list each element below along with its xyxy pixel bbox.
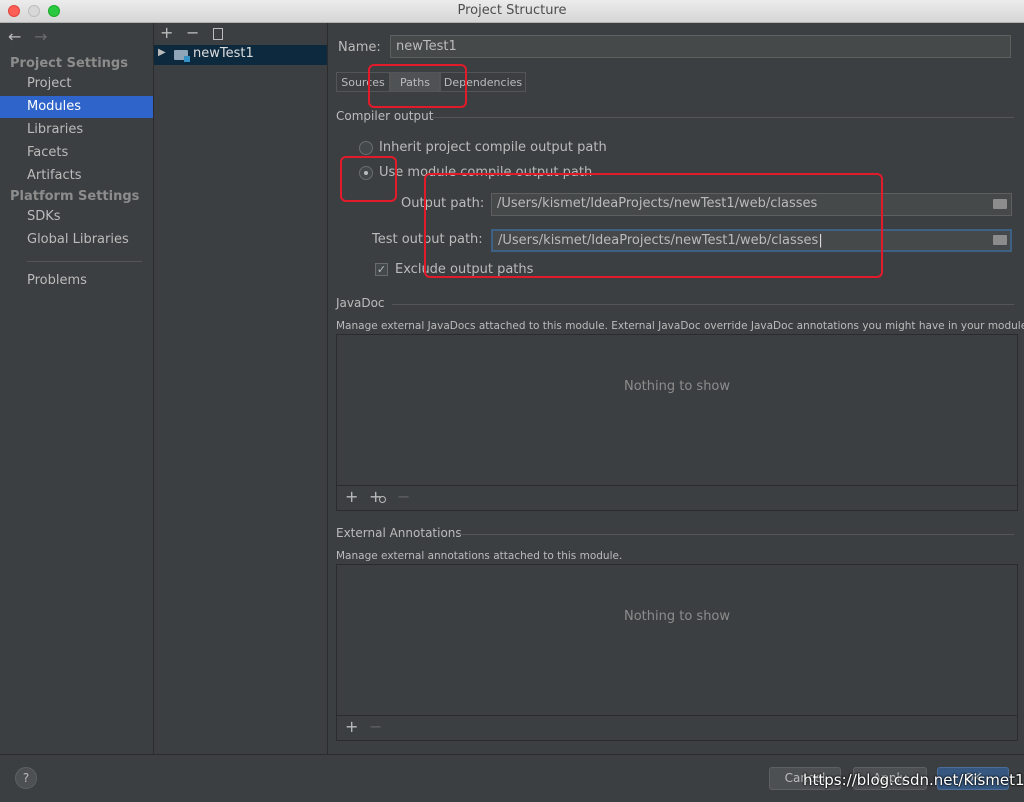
browse-folder-icon-test[interactable] — [993, 235, 1007, 245]
javadoc-description: Manage external JavaDocs attached to thi… — [336, 320, 1024, 332]
external-annotations-list[interactable]: Nothing to show + − — [336, 564, 1018, 741]
platform-settings-heading: Platform Settings — [10, 189, 140, 204]
tab-sources[interactable]: Sources — [336, 72, 390, 92]
use-module-output-label: Use module compile output path — [379, 165, 593, 180]
javadoc-divider — [392, 304, 1014, 305]
title-bar: Project Structure — [0, 0, 1024, 23]
tab-paths[interactable]: Paths — [390, 72, 440, 92]
back-arrow-icon[interactable]: ← — [8, 27, 21, 46]
output-path-value: /Users/kismet/IdeaProjects/newTest1/web/… — [497, 196, 818, 211]
sidebar-item-libraries[interactable]: Libraries — [0, 119, 153, 141]
sidebar-item-project[interactable]: Project — [0, 73, 153, 95]
sidebar-item-global-libraries[interactable]: Global Libraries — [0, 229, 153, 251]
module-name: newTest1 — [193, 46, 254, 61]
expand-arrow-icon[interactable]: ▶ — [158, 47, 166, 58]
inherit-output-radio[interactable] — [359, 141, 373, 155]
external-annotations-toolbar: + − — [337, 715, 1017, 740]
javadoc-heading: JavaDoc — [336, 296, 385, 310]
add-annotation-icon[interactable]: + — [345, 717, 358, 736]
help-button[interactable]: ? — [15, 767, 37, 789]
sidebar-item-modules[interactable]: Modules — [0, 96, 153, 118]
forward-arrow-icon[interactable]: → — [34, 27, 47, 46]
add-javadoc-icon[interactable]: + — [345, 487, 358, 506]
output-path-input[interactable]: /Users/kismet/IdeaProjects/newTest1/web/… — [491, 193, 1012, 216]
external-annotations-divider — [458, 534, 1014, 535]
javadoc-empty-text: Nothing to show — [623, 379, 731, 394]
sidebar-item-artifacts[interactable]: Artifacts — [0, 165, 153, 187]
inherit-output-label: Inherit project compile output path — [379, 140, 607, 155]
window-title: Project Structure — [457, 3, 567, 18]
copy-icon[interactable] — [213, 28, 223, 40]
use-module-output-radio[interactable] — [359, 166, 373, 180]
exclude-output-label: Exclude output paths — [395, 262, 534, 277]
javadoc-toolbar: + + − — [337, 485, 1017, 510]
sidebar-item-facets[interactable]: Facets — [0, 142, 153, 164]
browse-folder-icon[interactable] — [993, 199, 1007, 209]
module-badge-icon — [184, 56, 190, 62]
external-annotations-heading: External Annotations — [336, 526, 462, 540]
compiler-output-heading: Compiler output — [336, 109, 434, 123]
exclude-output-checkbox[interactable]: ✓ — [375, 263, 388, 276]
compiler-output-divider — [432, 117, 1014, 118]
tree-node-module[interactable]: ▶ newTest1 — [154, 45, 327, 65]
remove-icon[interactable]: − — [186, 23, 199, 42]
sidebar-item-problems[interactable]: Problems — [0, 270, 153, 292]
external-annotations-empty-text: Nothing to show — [623, 609, 731, 624]
test-output-path-input[interactable]: /Users/kismet/IdeaProjects/newTest1/web/… — [491, 229, 1012, 252]
sidebar-item-sdks[interactable]: SDKs — [0, 206, 153, 228]
module-tree: + − ▶ newTest1 — [154, 23, 328, 754]
external-annotations-description: Manage external annotations attached to … — [336, 550, 623, 562]
settings-sidebar: ← → Project Settings Project Modules Lib… — [0, 23, 154, 754]
sidebar-divider — [27, 261, 142, 262]
output-path-label: Output path: — [401, 196, 485, 211]
test-output-path-label: Test output path: — [372, 232, 483, 247]
add-icon[interactable]: + — [160, 23, 173, 42]
remove-annotation-icon[interactable]: − — [369, 717, 382, 736]
globe-icon — [379, 496, 386, 503]
name-label: Name: — [338, 40, 381, 55]
project-settings-heading: Project Settings — [10, 56, 128, 71]
name-input[interactable] — [390, 35, 1011, 58]
watermark-text: https://blog.csdn.net/Kismet11 — [803, 771, 1024, 789]
text-cursor: | — [818, 233, 823, 248]
test-output-path-value: /Users/kismet/IdeaProjects/newTest1/web/… — [498, 233, 819, 248]
javadoc-list[interactable]: Nothing to show + + − — [336, 334, 1018, 511]
tab-dependencies[interactable]: Dependencies — [440, 72, 526, 92]
remove-javadoc-icon[interactable]: − — [397, 487, 410, 506]
